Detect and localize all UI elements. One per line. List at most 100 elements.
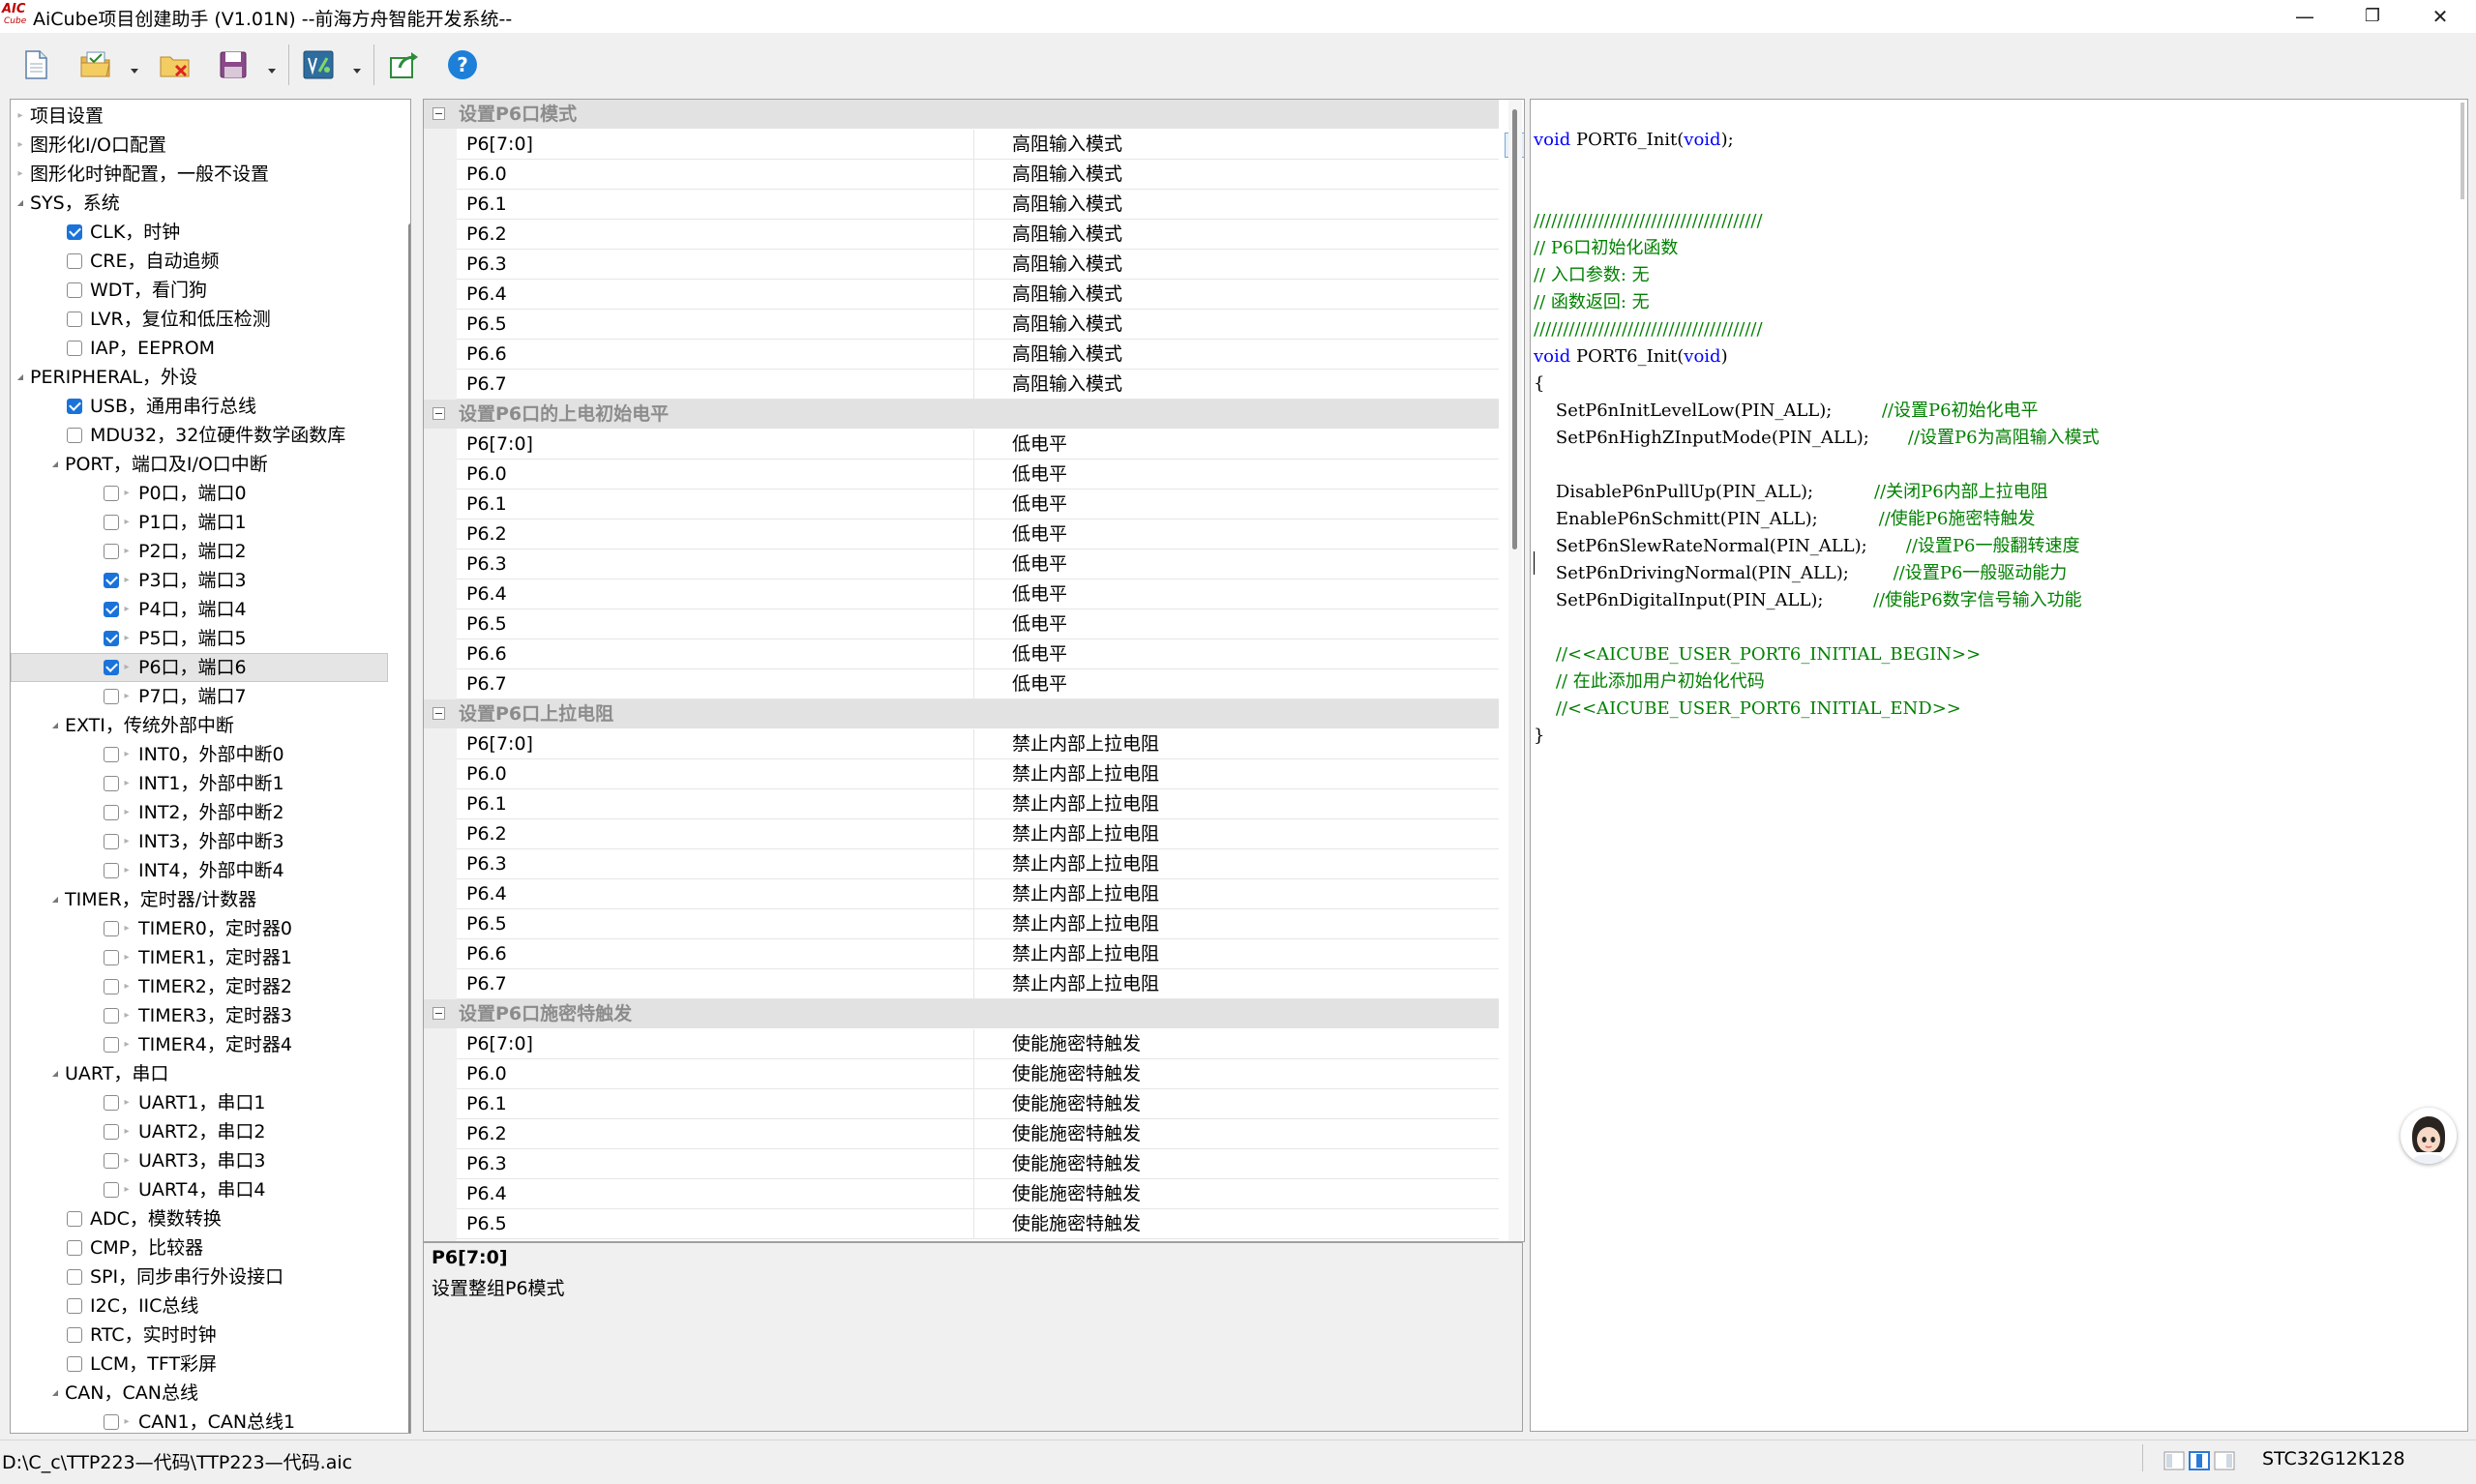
grid-row[interactable]: P6.2 禁止内部上拉电阻	[457, 819, 1499, 849]
grid-row[interactable]: P6.0 使能施密特触发	[457, 1059, 1499, 1089]
tree-item[interactable]: USB，通用串行总线	[11, 392, 393, 421]
tree-item[interactable]: ▸ 图形化I/O口配置	[11, 131, 393, 160]
property-value[interactable]: 高阻输入模式	[1012, 190, 1122, 219]
minimize-button[interactable]: —	[2271, 0, 2339, 33]
checkbox-unchecked[interactable]	[104, 863, 119, 878]
checkbox-checked[interactable]	[104, 660, 119, 675]
column-divider[interactable]	[973, 639, 974, 668]
tree-item[interactable]: ◢ UART，串口	[11, 1059, 393, 1088]
grid-category[interactable]: 设置P6口施密特触发	[424, 999, 1499, 1028]
grid-row[interactable]: P6.3 低电平	[457, 549, 1499, 579]
collapse-toggle-icon[interactable]	[433, 707, 445, 720]
help-icon[interactable]: ?	[444, 46, 481, 83]
property-value[interactable]: 禁止内部上拉电阻	[1012, 819, 1159, 848]
checkbox-unchecked[interactable]	[104, 805, 119, 820]
grid-row[interactable]: P6[7:0] 使能施密特触发	[457, 1029, 1499, 1059]
column-divider[interactable]	[973, 519, 974, 549]
tree-scrollbar[interactable]	[408, 223, 410, 1433]
tree-item[interactable]: ▸ UART2，串口2	[11, 1117, 393, 1146]
expand-arrow-icon[interactable]: ◢	[49, 711, 61, 740]
grid-row[interactable]: P6.4 使能施密特触发	[457, 1179, 1499, 1209]
checkbox-unchecked[interactable]	[67, 1211, 82, 1227]
column-divider[interactable]	[973, 490, 974, 519]
tree-item[interactable]: LVR，复位和低压检测	[11, 305, 393, 334]
tree-item[interactable]: ◢ PORT，端口及I/O口中断	[11, 450, 393, 479]
column-divider[interactable]	[973, 1059, 974, 1088]
tree-item[interactable]: ▸ P6口，端口6	[11, 653, 393, 682]
grid-row[interactable]: P6[7:0] 低电平	[457, 430, 1499, 460]
new-project-icon[interactable]	[17, 46, 54, 83]
tree-item[interactable]: ▸ TIMER0，定时器0	[11, 914, 393, 943]
grid-row[interactable]: P6.4 高阻输入模式	[457, 280, 1499, 310]
tree-item[interactable]: I2C，IIC总线	[11, 1291, 393, 1321]
grid-row[interactable]: P6.6 低电平	[457, 639, 1499, 669]
generate-code-icon[interactable]	[300, 46, 337, 83]
grid-row[interactable]: P6.0 低电平	[457, 460, 1499, 490]
property-value[interactable]: 高阻输入模式	[1012, 220, 1122, 249]
checkbox-unchecked[interactable]	[67, 1298, 82, 1314]
tree-item[interactable]: ▸ P3口，端口3	[11, 566, 393, 595]
checkbox-checked[interactable]	[104, 631, 119, 646]
tree-item[interactable]: ▸ INT3，外部中断3	[11, 827, 393, 856]
grid-category[interactable]: 设置P6口的上电初始电平	[424, 400, 1499, 429]
checkbox-unchecked[interactable]	[104, 776, 119, 791]
property-value[interactable]: 低电平	[1012, 579, 1067, 608]
expand-arrow-icon[interactable]: ◢	[49, 885, 61, 914]
column-divider[interactable]	[973, 729, 974, 758]
checkbox-unchecked[interactable]	[104, 515, 119, 530]
property-value[interactable]: 高阻输入模式	[1012, 130, 1122, 159]
tree-item[interactable]: LCM，TFT彩屏	[11, 1350, 393, 1379]
checkbox-unchecked[interactable]	[104, 979, 119, 994]
property-value[interactable]: 使能施密特触发	[1012, 1089, 1141, 1118]
property-value[interactable]: 使能施密特触发	[1012, 1059, 1141, 1088]
column-divider[interactable]	[973, 430, 974, 459]
property-value[interactable]: 低电平	[1012, 490, 1067, 519]
open-dropdown-icon[interactable]	[128, 60, 141, 74]
grid-row[interactable]: P6.5 高阻输入模式	[457, 310, 1499, 340]
generate-dropdown-icon[interactable]	[350, 60, 364, 74]
column-divider[interactable]	[973, 1149, 974, 1178]
tree-item[interactable]: ▸ P0口，端口0	[11, 479, 393, 508]
column-divider[interactable]	[973, 1089, 974, 1118]
tree-item[interactable]: ▸ TIMER2，定时器2	[11, 972, 393, 1001]
checkbox-unchecked[interactable]	[104, 1124, 119, 1140]
property-value[interactable]: 低电平	[1012, 609, 1067, 638]
checkbox-unchecked[interactable]	[67, 1356, 82, 1372]
tree-item[interactable]: ▸ P4口，端口4	[11, 595, 393, 624]
property-value[interactable]: 使能施密特触发	[1012, 1029, 1141, 1058]
grid-scrollbar-thumb[interactable]	[1512, 109, 1517, 549]
grid-row[interactable]: P6.0 高阻输入模式	[457, 160, 1499, 190]
checkbox-unchecked[interactable]	[104, 1182, 119, 1198]
checkbox-unchecked[interactable]	[67, 1269, 82, 1285]
layout-left-icon[interactable]	[2163, 1450, 2185, 1471]
layout-right-icon[interactable]	[2214, 1450, 2235, 1471]
tree-item[interactable]: CLK，时钟	[11, 218, 393, 247]
grid-row[interactable]: P6.7 高阻输入模式	[457, 370, 1499, 400]
tree-item[interactable]: ▸ TIMER3，定时器3	[11, 1001, 393, 1030]
column-divider[interactable]	[973, 1209, 974, 1238]
grid-row[interactable]: P6[7:0] 禁止内部上拉电阻	[457, 729, 1499, 759]
property-value[interactable]: 低电平	[1012, 549, 1067, 579]
checkbox-unchecked[interactable]	[67, 253, 82, 269]
checkbox-unchecked[interactable]	[67, 282, 82, 298]
column-divider[interactable]	[973, 250, 974, 279]
property-value[interactable]: 禁止内部上拉电阻	[1012, 879, 1159, 908]
property-value[interactable]: 禁止内部上拉电阻	[1012, 729, 1159, 758]
grid-row[interactable]: P6.4 低电平	[457, 579, 1499, 609]
property-value[interactable]: 高阻输入模式	[1012, 370, 1122, 399]
tree-item[interactable]: ▸ UART1，串口1	[11, 1088, 393, 1117]
grid-row[interactable]: P6.4 禁止内部上拉电阻	[457, 879, 1499, 909]
property-value[interactable]: 高阻输入模式	[1012, 280, 1122, 309]
tree-item[interactable]: ▸ 项目设置	[11, 102, 393, 131]
grid-row[interactable]: P6.1 使能施密特触发	[457, 1089, 1499, 1119]
column-divider[interactable]	[973, 220, 974, 249]
grid-row[interactable]: P6.2 高阻输入模式	[457, 220, 1499, 250]
tree-item[interactable]: ◢ EXTI，传统外部中断	[11, 711, 393, 740]
checkbox-unchecked[interactable]	[104, 950, 119, 965]
checkbox-checked[interactable]	[67, 224, 82, 240]
property-value[interactable]: 使能施密特触发	[1012, 1179, 1141, 1208]
checkbox-unchecked[interactable]	[104, 544, 119, 559]
grid-row[interactable]: P6.3 使能施密特触发	[457, 1149, 1499, 1179]
grid-row[interactable]: P6.3 高阻输入模式	[457, 250, 1499, 280]
tree-item[interactable]: ▸ UART4，串口4	[11, 1175, 393, 1204]
